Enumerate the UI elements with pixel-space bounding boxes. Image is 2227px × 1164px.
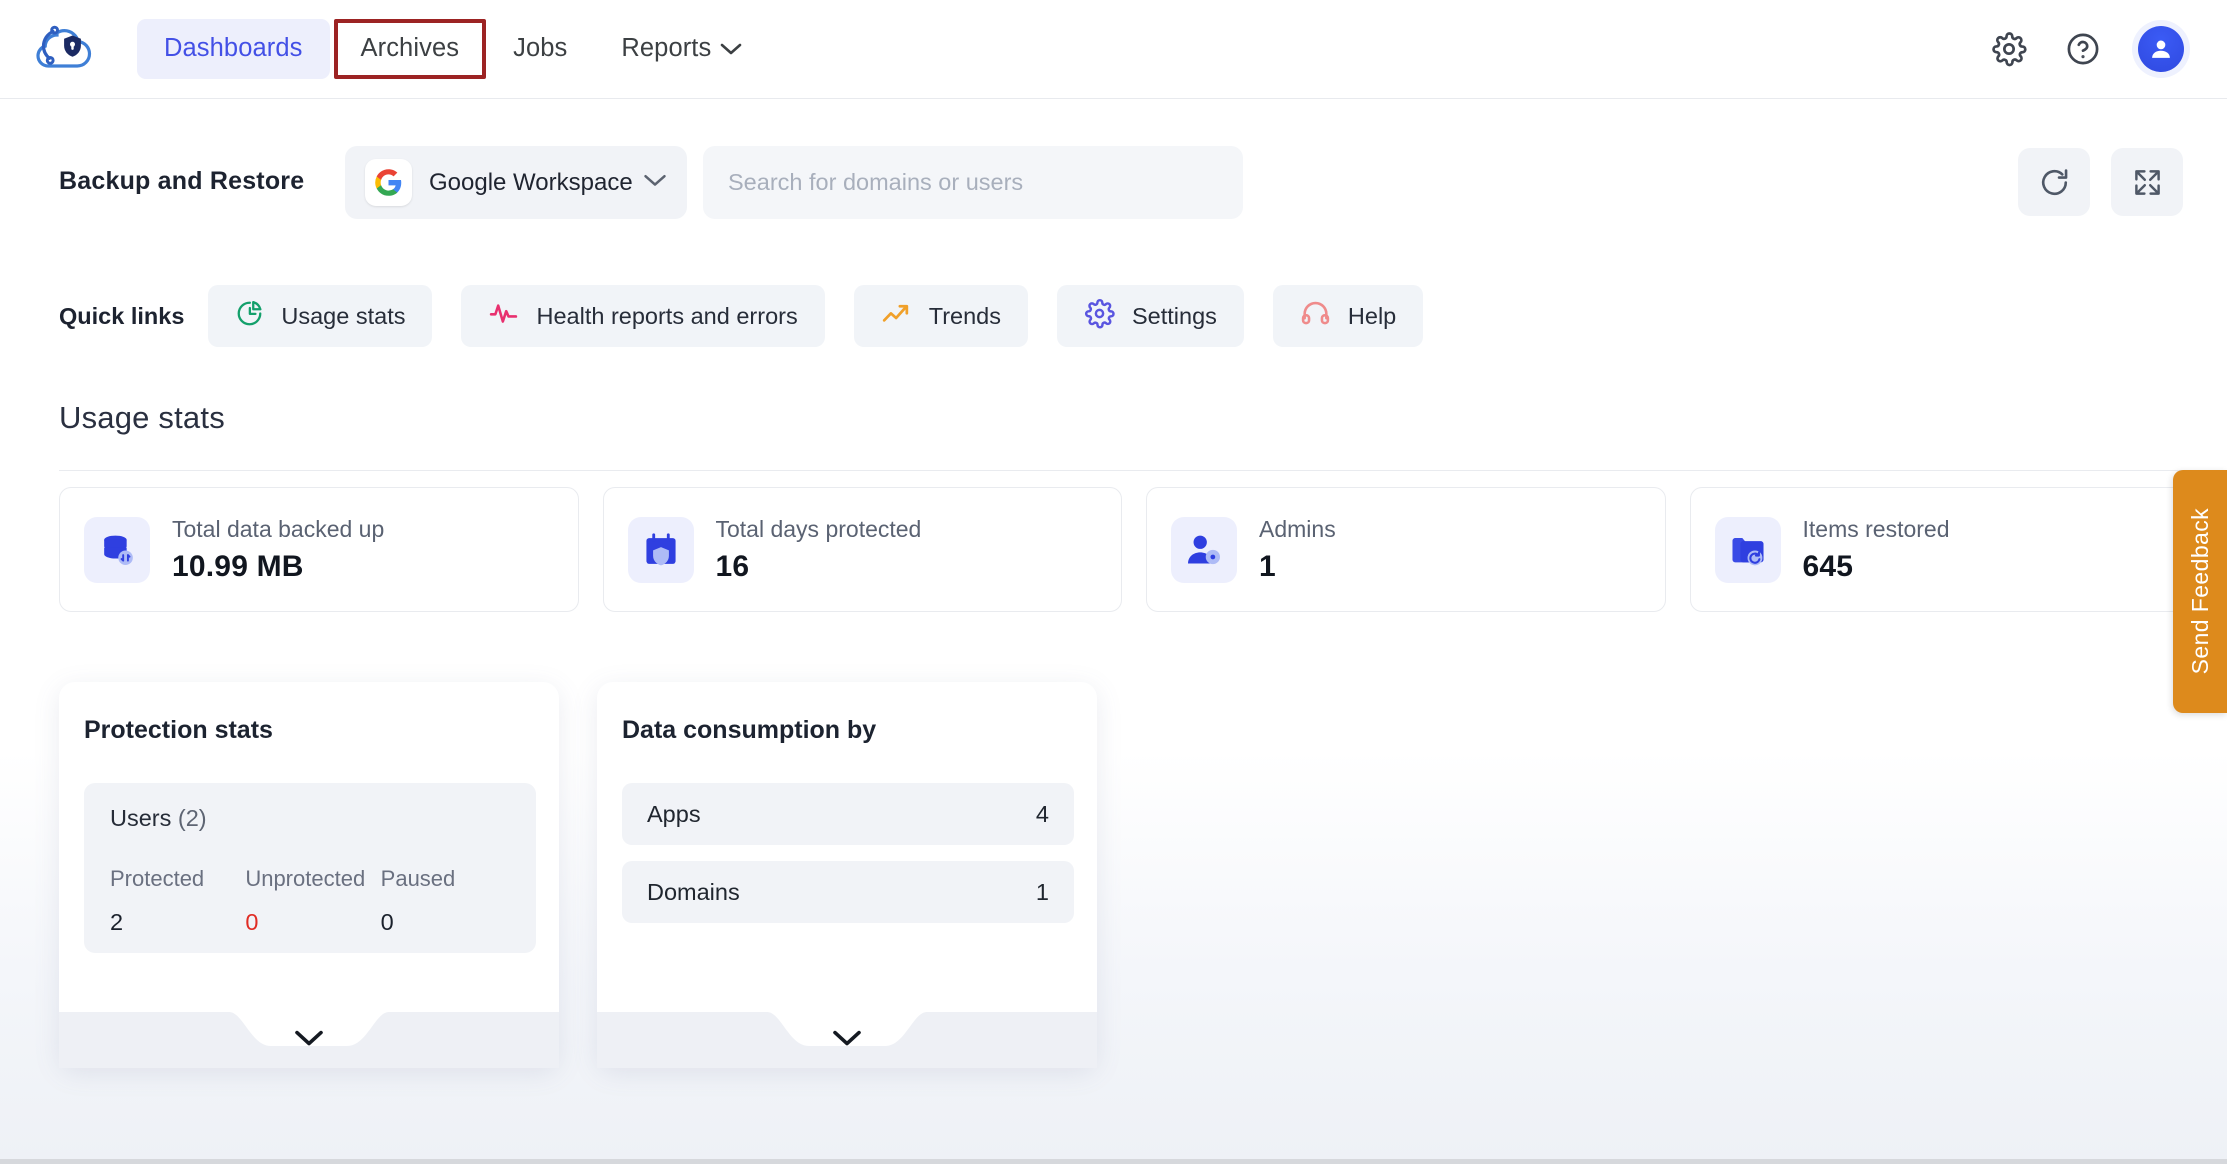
nav-tab-archives-label: Archives	[360, 34, 460, 63]
workspace-select[interactable]: Google Workspace	[345, 146, 687, 219]
protection-users-count: (2)	[177, 805, 207, 831]
calendar-shield-icon	[627, 516, 694, 583]
user-avatar[interactable]	[2138, 26, 2184, 72]
nav-tab-reports-label: Reports	[621, 34, 712, 63]
quick-link-usage-stats[interactable]: Usage stats	[208, 285, 433, 347]
column-header: Unprotected	[245, 866, 366, 891]
stat-value: 645	[1802, 549, 1854, 583]
protection-column-unprotected: Unprotected 0	[245, 866, 380, 936]
gear-icon	[1084, 298, 1115, 334]
protection-columns: Protected 2 Unprotected 0 Paused 0	[110, 866, 516, 936]
usage-stats-heading: Usage stats	[59, 400, 225, 435]
stat-value: 16	[715, 549, 750, 583]
quick-links-label: Quick links	[59, 302, 185, 329]
stat-value: 1	[1259, 549, 1276, 583]
quick-link-help[interactable]: Help	[1272, 285, 1424, 347]
protection-stats-title: Protection stats	[84, 716, 273, 744]
column-value: 0	[380, 909, 394, 935]
data-consumption-row-apps[interactable]: Apps 4	[622, 783, 1074, 845]
user-gear-icon	[1171, 516, 1237, 583]
quick-link-health-reports[interactable]: Health reports and errors	[461, 285, 825, 347]
nav-tab-archives[interactable]: Archives	[333, 19, 487, 79]
protection-stats-users-block: Users (2) Protected 2 Unprotected 0 Paus…	[84, 783, 536, 953]
quick-link-health-reports-label: Health reports and errors	[536, 302, 798, 329]
stat-label: Admins	[1259, 515, 1336, 542]
column-value: 0	[245, 909, 259, 935]
cloud-shield-logo[interactable]	[33, 16, 99, 82]
page-title: Backup and Restore	[59, 167, 305, 195]
usage-stats-cards: Total data backed up 10.99 MB Total days…	[59, 487, 2209, 612]
quick-link-trends[interactable]: Trends	[853, 285, 1028, 347]
send-feedback-label: Send Feedback	[2186, 508, 2213, 675]
chevron-down-icon[interactable]	[294, 1029, 324, 1053]
chevron-down-icon	[720, 33, 742, 65]
nav-tab-jobs-label: Jobs	[513, 34, 568, 63]
row-label: Domains	[647, 878, 740, 905]
protection-column-paused: Paused 0	[381, 866, 516, 936]
stat-label: Total data backed up	[172, 515, 385, 542]
column-header: Protected	[110, 866, 205, 891]
header-action-buttons	[2018, 148, 2183, 216]
stat-card-total-days-protected[interactable]: Total days protected 16	[602, 487, 1122, 612]
data-consumption-panel: Data consumption by Apps 4 Domains 1	[597, 682, 1097, 1068]
window-bottom-edge	[0, 1159, 2227, 1164]
database-sync-icon	[84, 516, 150, 583]
row-value: 1	[1035, 878, 1049, 905]
quick-link-usage-stats-label: Usage stats	[281, 302, 406, 329]
search-input[interactable]	[728, 169, 1218, 196]
quick-link-settings[interactable]: Settings	[1057, 285, 1244, 347]
pie-chart-icon	[235, 299, 264, 333]
nav-tabs: Dashboards Archives Jobs Reports	[137, 19, 769, 79]
nav-tab-reports[interactable]: Reports	[594, 19, 769, 79]
google-icon	[365, 159, 412, 206]
search-field-wrapper[interactable]	[703, 146, 1243, 219]
workspace-select-value: Google Workspace	[429, 168, 633, 196]
nav-right-actions	[1990, 26, 2184, 72]
folder-restore-icon	[1714, 516, 1781, 583]
stat-card-total-data-backed-up[interactable]: Total data backed up 10.99 MB	[59, 487, 579, 612]
protection-stats-panel: Protection stats Users (2) Protected 2 U…	[59, 682, 559, 1068]
data-consumption-row-domains[interactable]: Domains 1	[622, 861, 1074, 923]
column-header: Paused	[380, 866, 456, 891]
quick-links-bar: Quick links Usage stats Health reports a…	[59, 285, 1452, 347]
quick-link-trends-label: Trends	[928, 302, 1001, 329]
trending-up-icon	[881, 298, 912, 334]
stat-label: Items restored	[1802, 515, 1950, 542]
activity-pulse-icon	[488, 298, 519, 334]
dashboard-panels-area: Protection stats Users (2) Protected 2 U…	[0, 660, 2227, 1164]
stat-label: Total days protected	[715, 515, 922, 542]
column-value: 2	[110, 909, 124, 935]
protection-users-label: Users (2)	[110, 805, 207, 832]
stat-value: 10.99 MB	[172, 549, 304, 583]
send-feedback-tab[interactable]: Send Feedback	[2173, 470, 2227, 713]
help-circle-icon[interactable]	[2064, 30, 2102, 68]
gear-icon[interactable]	[1990, 30, 2028, 68]
nav-tab-jobs[interactable]: Jobs	[486, 19, 594, 79]
quick-link-help-label: Help	[1347, 302, 1397, 329]
nav-tab-dashboards-label: Dashboards	[164, 34, 303, 63]
headset-icon	[1300, 298, 1331, 334]
stat-card-admins[interactable]: Admins 1	[1146, 487, 1666, 612]
row-label: Apps	[647, 800, 701, 827]
stat-card-items-restored[interactable]: Items restored 645	[1689, 487, 2209, 612]
nav-tab-dashboards[interactable]: Dashboards	[137, 19, 330, 79]
protection-users-text: Users	[110, 805, 172, 831]
expand-button[interactable]	[2111, 148, 2183, 216]
app-window: Dashboards Archives Jobs Reports Backup …	[0, 0, 2227, 1164]
top-navigation-bar: Dashboards Archives Jobs Reports	[0, 0, 2227, 99]
section-divider	[59, 470, 2209, 471]
chevron-down-icon[interactable]	[832, 1029, 862, 1053]
data-consumption-title: Data consumption by	[622, 716, 877, 744]
protection-column-protected: Protected 2	[110, 866, 245, 936]
row-value: 4	[1035, 800, 1049, 827]
refresh-button[interactable]	[2018, 148, 2090, 216]
quick-link-settings-label: Settings	[1132, 302, 1217, 329]
chevron-down-icon	[643, 173, 667, 193]
